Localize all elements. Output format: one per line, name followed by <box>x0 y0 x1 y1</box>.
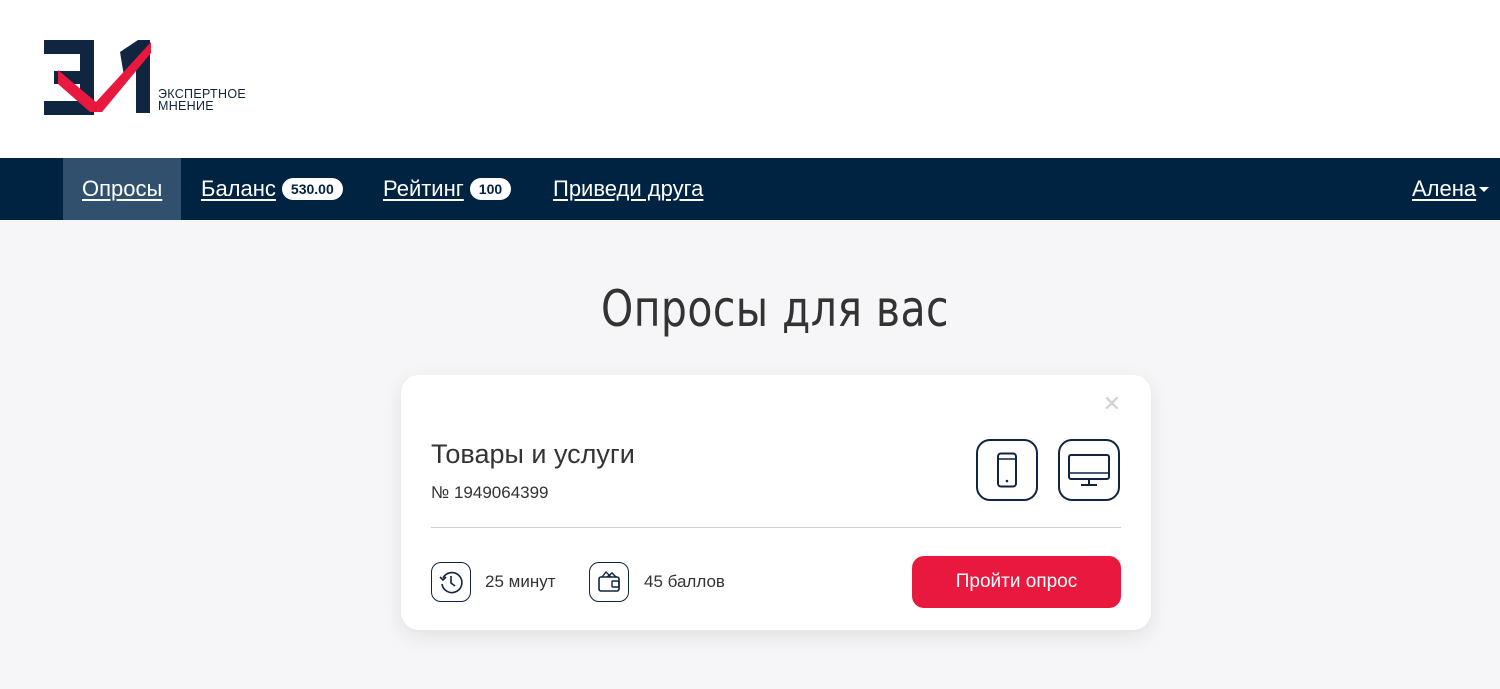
user-menu-dropdown[interactable]: Алена <box>1412 158 1490 220</box>
nav-item-balance[interactable]: Баланс 530.00 <box>201 158 343 220</box>
monitor-icon <box>1058 439 1120 501</box>
user-name: Алена <box>1412 176 1477 201</box>
survey-card: ✕ Товары и услуги № 1949064399 25 минут <box>401 375 1151 630</box>
site-header: ЭКСПЕРТНОЕ МНЕНИЕ <box>0 0 1500 158</box>
survey-reward: 45 баллов <box>644 572 725 591</box>
survey-number: № 1949064399 <box>431 483 549 502</box>
nav-item-rating[interactable]: Рейтинг 100 <box>383 158 512 220</box>
logo-mark-icon <box>44 40 151 115</box>
logo[interactable]: ЭКСПЕРТНОЕ МНЕНИЕ <box>44 40 274 115</box>
nav-item-rating-label: Рейтинг <box>383 176 464 201</box>
survey-duration: 25 минут <box>485 572 556 591</box>
close-icon[interactable]: ✕ <box>1103 393 1121 415</box>
nav-item-invite-label: Приведи друга <box>553 176 704 201</box>
nav-item-invite-friend[interactable]: Приведи друга <box>553 158 703 220</box>
logo-text-line2: МНЕНИЕ <box>158 99 214 113</box>
caret-down-icon <box>1479 186 1490 192</box>
smartphone-icon <box>976 439 1038 501</box>
rating-badge: 100 <box>469 178 512 200</box>
nav-item-balance-label: Баланс <box>201 176 276 201</box>
nav-item-surveys[interactable]: Опросы <box>63 158 182 220</box>
survey-title: Товары и услуги <box>431 439 635 469</box>
nav-item-surveys-label: Опросы <box>82 176 163 201</box>
take-survey-button[interactable]: Пройти опрос <box>912 556 1121 608</box>
main-navbar: Опросы Баланс 530.00 Рейтинг 100 Приведи… <box>0 158 1500 220</box>
clock-history-icon <box>431 562 471 602</box>
balance-badge: 530.00 <box>281 178 343 200</box>
page-title: Опросы для вас <box>601 280 949 338</box>
wallet-icon <box>589 562 629 602</box>
card-divider <box>431 527 1121 528</box>
logo-text: ЭКСПЕРТНОЕ МНЕНИЕ <box>158 88 246 113</box>
